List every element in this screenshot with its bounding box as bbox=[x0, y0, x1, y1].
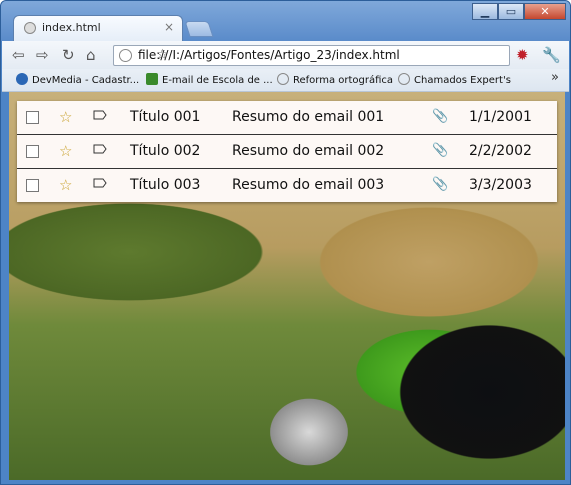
row-checkbox[interactable] bbox=[26, 145, 39, 158]
globe-icon bbox=[277, 73, 289, 85]
back-arrow-icon[interactable]: ⇦ bbox=[12, 47, 25, 63]
attachment-icon: 📎 bbox=[432, 177, 449, 192]
extension-icon[interactable]: ✹ bbox=[516, 47, 529, 63]
bookmarks-bar: DevMedia - Cadastr... E-mail de Escola d… bbox=[2, 69, 569, 92]
star-icon[interactable]: ☆ bbox=[59, 108, 72, 126]
browser-toolbar: ⇦ ⇨ ↻ ⌂ file:///I:/Artigos/Fontes/Artigo… bbox=[2, 41, 569, 69]
email-row[interactable]: ☆ Título 002 Resumo do email 002 📎 2/2/2… bbox=[17, 135, 557, 169]
page-icon bbox=[24, 22, 36, 34]
email-date: 2/2/2002 bbox=[469, 143, 532, 159]
bookmark-item[interactable]: DevMedia - Cadastr... bbox=[16, 73, 139, 86]
address-bar[interactable]: file:///I:/Artigos/Fontes/Artigo_23/inde… bbox=[113, 45, 510, 66]
globe-icon bbox=[398, 73, 410, 85]
tab-index[interactable]: index.html × bbox=[13, 15, 183, 41]
email-date: 3/3/2003 bbox=[469, 177, 532, 193]
email-list: ☆ Título 001 Resumo do email 001 📎 1/1/2… bbox=[17, 101, 557, 202]
bookmark-label: Reforma ortográfica bbox=[293, 75, 394, 86]
label-tag-icon[interactable] bbox=[93, 110, 107, 120]
bookmark-item[interactable]: E-mail de Escola de ... bbox=[146, 73, 273, 86]
tab-title: index.html bbox=[42, 21, 101, 34]
reload-icon[interactable]: ↻ bbox=[62, 47, 75, 63]
wrench-icon[interactable]: 🔧 bbox=[542, 47, 561, 63]
home-icon[interactable]: ⌂ bbox=[86, 47, 96, 63]
maximize-button[interactable]: ▭ bbox=[498, 3, 524, 20]
bookmark-label: E-mail de Escola de ... bbox=[162, 75, 273, 86]
row-checkbox[interactable] bbox=[26, 111, 39, 124]
email-row[interactable]: ☆ Título 001 Resumo do email 001 📎 1/1/2… bbox=[17, 101, 557, 135]
email-date: 1/1/2001 bbox=[469, 109, 532, 125]
new-tab-button[interactable] bbox=[184, 21, 214, 37]
email-summary: Resumo do email 001 bbox=[232, 109, 385, 125]
bookmark-label: Chamados Expert's bbox=[414, 75, 511, 86]
close-button[interactable]: ✕ bbox=[524, 3, 566, 20]
label-tag-icon[interactable] bbox=[93, 178, 107, 188]
more-bookmarks-icon[interactable]: » bbox=[551, 70, 559, 85]
forward-arrow-icon[interactable]: ⇨ bbox=[36, 47, 49, 63]
star-icon[interactable]: ☆ bbox=[59, 176, 72, 194]
label-tag-icon[interactable] bbox=[93, 144, 107, 154]
email-title: Título 002 bbox=[130, 143, 201, 159]
row-checkbox[interactable] bbox=[26, 179, 39, 192]
email-summary: Resumo do email 002 bbox=[232, 143, 385, 159]
minimize-button[interactable]: ▁ bbox=[472, 3, 498, 20]
window-controls: ▁ ▭ ✕ bbox=[472, 3, 566, 21]
bookmark-star-icon[interactable]: ☆ bbox=[156, 47, 503, 63]
devmedia-icon bbox=[16, 73, 28, 85]
email-title: Título 001 bbox=[130, 109, 201, 125]
bookmark-label: DevMedia - Cadastr... bbox=[32, 75, 140, 86]
google-icon bbox=[146, 73, 158, 85]
star-icon[interactable]: ☆ bbox=[59, 142, 72, 160]
browser-window: index.html × ▁ ▭ ✕ ⇦ ⇨ ↻ ⌂ file:///I:/Ar… bbox=[0, 0, 571, 485]
attachment-icon: 📎 bbox=[432, 143, 449, 158]
title-bar: index.html × ▁ ▭ ✕ bbox=[1, 1, 570, 41]
bookmark-item[interactable]: Chamados Expert's bbox=[398, 73, 511, 86]
email-summary: Resumo do email 003 bbox=[232, 177, 385, 193]
bookmark-item[interactable]: Reforma ortográfica bbox=[277, 73, 393, 86]
page-content: ☆ Título 001 Resumo do email 001 📎 1/1/2… bbox=[9, 92, 565, 480]
globe-icon bbox=[119, 49, 132, 62]
tab-close-icon[interactable]: × bbox=[164, 20, 174, 34]
email-title: Título 003 bbox=[130, 177, 201, 193]
email-row[interactable]: ☆ Título 003 Resumo do email 003 📎 3/3/2… bbox=[17, 169, 557, 202]
attachment-icon: 📎 bbox=[432, 109, 449, 124]
